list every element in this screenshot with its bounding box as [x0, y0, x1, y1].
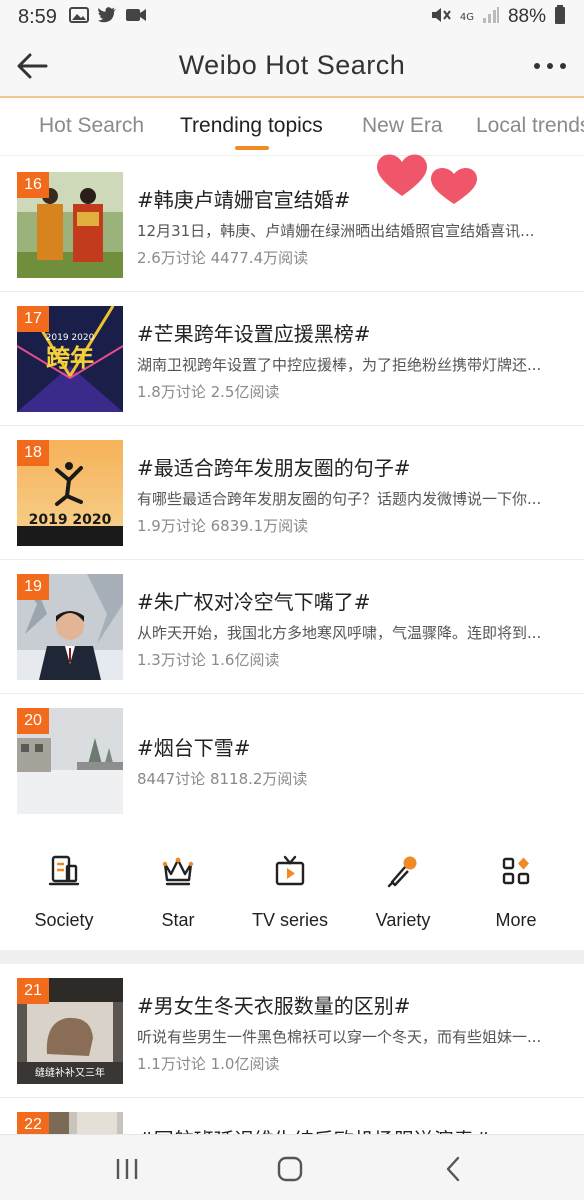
- tab-bar: Hot Search Trending topics New Era Local…: [0, 98, 584, 156]
- rank-badge: 16: [17, 172, 49, 198]
- top-header: Weibo Hot Search: [0, 34, 584, 98]
- list-item[interactable]: 16 #韩庚卢靖姗官宣结婚# 12月31日，韩庚、卢靖姗在绿洲晒出结婚照官宣结婚…: [0, 158, 584, 292]
- topic-thumbnail: 20: [17, 708, 123, 814]
- rank-badge: 19: [17, 574, 49, 600]
- list-item[interactable]: 19 #朱广权对冷空气下嘴了# 从昨天开始，我国北方多地寒风呼啸，气温骤降。连即…: [0, 560, 584, 694]
- list-item[interactable]: 跨年 2019 2020 17 #芒果跨年设置应援黑榜# 湖南卫视跨年设置了中控…: [0, 292, 584, 426]
- category-label: More: [495, 910, 537, 930]
- topic-stats: 1.9万讨论 6839.1万阅读: [137, 517, 309, 535]
- category-label: Variety: [375, 910, 431, 930]
- category-label: Society: [34, 910, 94, 930]
- active-tab-indicator: [235, 146, 269, 150]
- video-icon: [125, 7, 147, 28]
- category-variety[interactable]: Variety: [353, 854, 453, 931]
- rank-badge: 21: [17, 978, 49, 1004]
- topic-thumbnail: 2019 2020 18: [17, 440, 123, 546]
- signal-icon: [482, 6, 500, 29]
- crown-icon: [162, 857, 194, 886]
- thumb-year-text: 2019 2020: [29, 512, 112, 528]
- app-screen: 8:59 4G 88% Weibo Hot Search Hot Search …: [0, 0, 584, 1200]
- topic-thumbnail: 16: [17, 172, 123, 278]
- tab-hot-search[interactable]: Hot Search: [39, 114, 144, 138]
- rank-badge: 18: [17, 440, 49, 466]
- category-row: Society Star TV series Variety More: [0, 826, 584, 950]
- topic-thumbnail: 缝缝补补又三年 21: [17, 978, 123, 1084]
- heart-sticker-icon: [377, 154, 478, 204]
- list-item[interactable]: 2019 2020 18 #最适合跨年发朋友圈的句子# 有哪些最适合跨年发朋友圈…: [0, 426, 584, 560]
- rank-badge: 20: [17, 708, 49, 734]
- tv-icon: [275, 855, 305, 886]
- topic-title: #烟台下雪#: [137, 736, 251, 760]
- status-bar: 8:59 4G 88%: [0, 0, 584, 34]
- tab-trending-topics[interactable]: Trending topics: [180, 114, 323, 138]
- category-label: Star: [161, 910, 195, 930]
- document-icon: [48, 855, 80, 886]
- topic-stats: 2.6万讨论 4477.4万阅读: [137, 249, 309, 267]
- topic-stats: 8447讨论 8118.2万阅读: [137, 770, 308, 788]
- back-chevron-icon: [446, 1156, 460, 1182]
- topic-title: #韩庚卢靖姗官宣结婚#: [137, 188, 351, 212]
- topic-stats: 1.3万讨论 1.6亿阅读: [137, 651, 280, 669]
- svg-text:2019 2020: 2019 2020: [46, 333, 95, 343]
- category-society[interactable]: Society: [14, 854, 114, 931]
- svg-text:跨年: 跨年: [46, 344, 94, 372]
- home-button[interactable]: [275, 1155, 305, 1183]
- list-item[interactable]: 缝缝补补又三年 21 #男女生冬天衣服数量的区别# 听说有些男生一件黑色棉袄可以…: [0, 964, 584, 1098]
- system-nav-bar: [0, 1134, 584, 1200]
- tab-local-trends[interactable]: Local trends: [476, 114, 584, 138]
- grid-icon: [502, 857, 530, 885]
- topic-title: #男女生冬天衣服数量的区别#: [137, 994, 411, 1018]
- recent-apps-icon: [116, 1159, 138, 1179]
- topic-description: 12月31日，韩庚、卢靖姗在绿洲晒出结婚照官宣结婚喜讯...: [137, 222, 535, 240]
- topic-title: #芒果跨年设置应援黑榜#: [137, 322, 371, 346]
- topic-stats: 1.1万讨论 1.0亿阅读: [137, 1055, 280, 1073]
- battery-percent: 88%: [507, 6, 546, 27]
- topic-thumbnail: 跨年 2019 2020 17: [17, 306, 123, 412]
- topic-thumbnail: 19: [17, 574, 123, 680]
- twitter-icon: [97, 6, 117, 29]
- category-label: TV series: [251, 910, 329, 930]
- system-back-button[interactable]: [438, 1155, 468, 1183]
- topic-description: 有哪些最适合跨年发朋友圈的句子？话题内发微博说一下你...: [137, 490, 542, 508]
- more-dots-icon: [534, 63, 566, 69]
- tab-new-era[interactable]: New Era: [362, 114, 443, 138]
- status-right: 4G 88%: [430, 4, 566, 30]
- category-star[interactable]: Star: [128, 854, 228, 931]
- topic-stats: 1.8万讨论 2.5亿阅读: [137, 383, 280, 401]
- clock: 8:59: [18, 5, 57, 28]
- page-title: Weibo Hot Search: [178, 49, 406, 80]
- category-more[interactable]: More: [466, 854, 566, 931]
- category-tv-series[interactable]: TV series: [240, 854, 340, 931]
- microphone-icon: [387, 856, 417, 888]
- back-button[interactable]: [14, 48, 52, 84]
- more-options-button[interactable]: [530, 50, 570, 82]
- topic-title: #最适合跨年发朋友圈的句子#: [137, 456, 411, 480]
- battery-icon: [554, 4, 566, 30]
- home-icon: [277, 1156, 303, 1182]
- network-label: 4G: [459, 11, 474, 23]
- arrow-left-icon: [17, 53, 48, 79]
- thumb-caption: 缝缝补补又三年: [35, 1066, 105, 1079]
- section-divider: [0, 950, 584, 964]
- topic-title: #朱广权对冷空气下嘴了#: [137, 590, 371, 614]
- list-item[interactable]: 20 #烟台下雪# 8447讨论 8118.2万阅读: [0, 694, 584, 828]
- gallery-icon: [68, 6, 89, 29]
- topic-description: 从昨天开始，我国北方多地寒风呼啸，气温骤降。连即将到...: [137, 624, 542, 642]
- mute-icon: [430, 5, 452, 30]
- rank-badge: 17: [17, 306, 49, 332]
- topic-description: 听说有些男生一件黑色棉袄可以穿一个冬天，而有些姐妹一...: [137, 1028, 542, 1046]
- recent-apps-button[interactable]: [112, 1155, 142, 1183]
- topic-description: 湖南卫视跨年设置了中控应援棒，为了拒绝粉丝携带灯牌还...: [137, 356, 542, 374]
